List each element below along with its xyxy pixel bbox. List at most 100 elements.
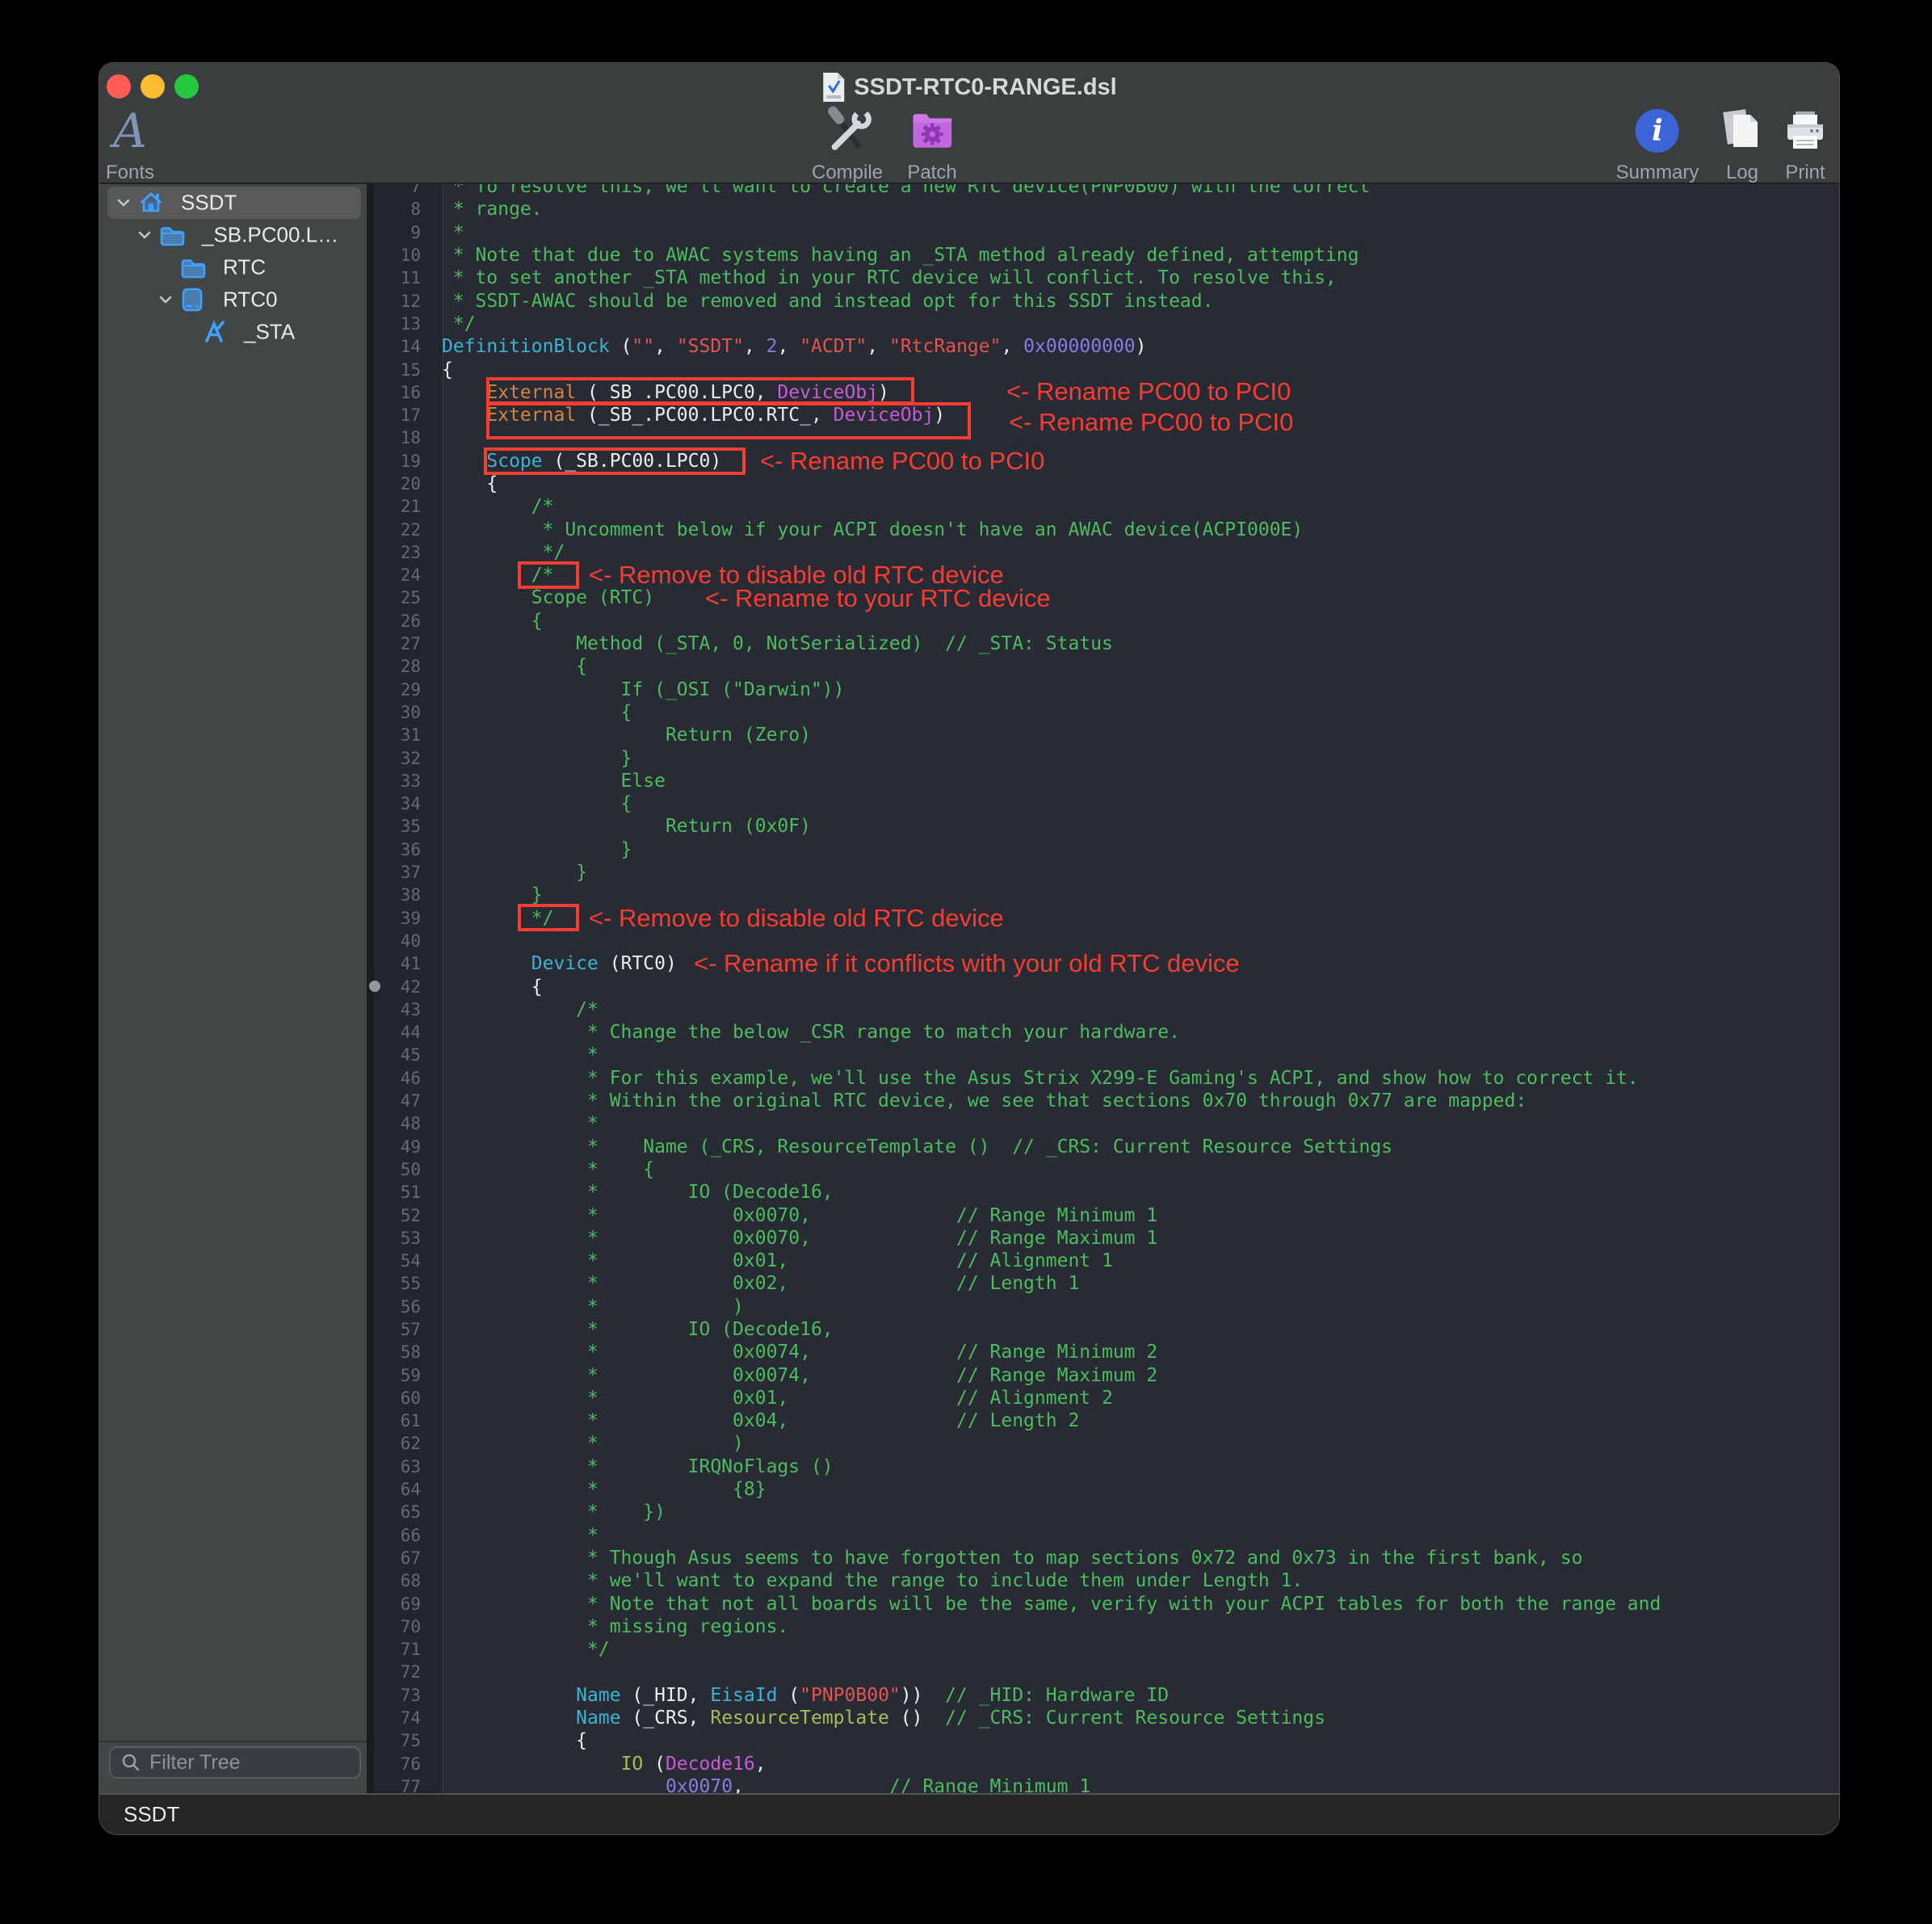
sidebar-item-sta[interactable]: _STA [99, 316, 367, 348]
chevron-down-icon [137, 229, 152, 241]
sidebar-item-label: SSDT [181, 191, 237, 216]
folder-icon [180, 256, 206, 279]
code-line: 48 * [374, 1112, 1839, 1135]
summary-label: Summary [1616, 162, 1699, 184]
code-line: 53 * 0x0070, // Range Maximum 1 [374, 1227, 1839, 1250]
filter-tree-input[interactable]: Filter Tree [109, 1746, 361, 1779]
sidebar-item-rtc[interactable]: RTC [99, 251, 367, 284]
code-line: 13 */ [374, 313, 1839, 335]
status-bar: SSDT [99, 1793, 1839, 1834]
code-line: 31 Return (Zero) [374, 724, 1839, 746]
code-line: 57 * IO (Decode16, [374, 1318, 1839, 1341]
code-line: 25 Scope (RTC) [374, 586, 1839, 609]
code-line: 43 /* [374, 998, 1839, 1021]
code-line: 47 * Within the original RTC device, we … [374, 1090, 1839, 1112]
code-line: 74 Name (_CRS, ResourceTemplate () // _C… [374, 1707, 1839, 1729]
print-label: Print [1783, 162, 1828, 184]
code-line: 36 } [374, 838, 1839, 861]
code-line: 77 0x0070, // Range Minimum 1 [374, 1775, 1839, 1793]
code-line: 26 { [374, 610, 1839, 632]
code-line: 64 * {8} [374, 1478, 1839, 1501]
log-label: Log [1720, 162, 1765, 184]
sidebar-item-label: RTC [223, 255, 266, 280]
code-line: 15{ [374, 358, 1839, 380]
code-line: 23 */ [374, 541, 1839, 564]
code-line: 40 [374, 930, 1839, 952]
zoom-button[interactable] [174, 74, 199, 99]
code-line: 44 * Change the below _CSR range to matc… [374, 1021, 1839, 1044]
sidebar-item-rtc0[interactable]: RTC0 [99, 284, 367, 316]
code-line: 27 Method (_STA, 0, NotSerialized) // _S… [374, 632, 1839, 655]
code-line: 16 External (_SB_.PC00.LPC0, DeviceObj) [374, 381, 1839, 404]
code-line: 67 * Though Asus seems to have forgotten… [374, 1547, 1839, 1569]
minimize-button[interactable] [141, 74, 165, 99]
patch-icon [909, 107, 956, 154]
code-line: 32 } [374, 746, 1839, 769]
filter-placeholder: Filter Tree [149, 1751, 241, 1775]
print-button[interactable]: Print [1783, 102, 1828, 184]
code-editor[interactable]: 7 * To resolve this, we'll want to creat… [374, 184, 1839, 1793]
code-line: 9 * [374, 221, 1839, 244]
code-line: 28 { [374, 655, 1839, 678]
code-line: 73 Name (_HID, EisaId ("PNP0B00")) // _H… [374, 1684, 1839, 1707]
split-divider[interactable] [367, 184, 374, 1793]
titlebar-toolbar: SSDT-RTC0-RANGE.dsl A Fonts Compile [99, 63, 1839, 184]
code-line: 50 * { [374, 1158, 1839, 1181]
code-line: 33 Else [374, 770, 1839, 792]
code-line: 21 /* [374, 495, 1839, 518]
close-button[interactable] [107, 74, 131, 99]
code-line: 35 Return (0x0F) [374, 815, 1839, 838]
code-line: 58 * 0x0074, // Range Minimum 2 [374, 1341, 1839, 1363]
method-a-icon [201, 319, 227, 345]
code-line: 62 * ) [374, 1432, 1839, 1455]
patch-label: Patch [907, 162, 956, 184]
sidebar-separator [99, 1741, 367, 1742]
code-line: 39 */ [374, 907, 1839, 930]
app-window: SSDT-RTC0-RANGE.dsl A Fonts Compile [99, 62, 1840, 1835]
code-lines: 7 * To resolve this, we'll want to creat… [374, 184, 1839, 1793]
code-line: 59 * 0x0074, // Range Maximum 2 [374, 1363, 1839, 1386]
code-line: 55 * 0x02, // Length 1 [374, 1272, 1839, 1295]
code-line: 54 * 0x01, // Alignment 1 [374, 1250, 1839, 1272]
window-title: SSDT-RTC0-RANGE.dsl [821, 72, 1116, 103]
code-line: 60 * 0x01, // Alignment 2 [374, 1387, 1839, 1409]
chevron-down-icon [158, 294, 173, 305]
code-line: 19 Scope (_SB.PC00.LPC0) [374, 450, 1839, 473]
sidebar-item-label: _SB.PC00.L… [202, 223, 338, 248]
code-line: 70 * missing regions. [374, 1615, 1839, 1638]
window-title-text: SSDT-RTC0-RANGE.dsl [854, 74, 1116, 101]
code-line: 11 * to set another _STA method in your … [374, 267, 1839, 289]
code-line: 34 { [374, 792, 1839, 815]
code-line: 72 [374, 1661, 1839, 1683]
code-line: 66 * [374, 1524, 1839, 1547]
compile-button[interactable]: Compile [812, 102, 883, 184]
chevron-down-icon [116, 197, 131, 208]
device-icon [180, 287, 204, 313]
code-line: 41 Device (RTC0) [374, 952, 1839, 975]
code-line: 52 * 0x0070, // Range Minimum 1 [374, 1204, 1839, 1226]
code-line: 45 * [374, 1044, 1839, 1066]
summary-button[interactable]: i Summary [1616, 102, 1699, 184]
patch-button[interactable]: Patch [907, 102, 956, 184]
sidebar-item-label: RTC0 [223, 288, 277, 313]
code-line: 24 /* [374, 564, 1839, 586]
folder-icon [159, 224, 185, 246]
code-line: 17 External (_SB_.PC00.LPC0.RTC_, Device… [374, 404, 1839, 426]
code-line: 8 * range. [374, 198, 1839, 221]
sidebar-item-sbpc00l[interactable]: _SB.PC00.L… [99, 219, 367, 251]
fonts-button[interactable]: A Fonts [106, 102, 154, 184]
code-line: 65 * }) [374, 1501, 1839, 1523]
code-line: 69 * Note that not all boards will be th… [374, 1592, 1839, 1615]
code-line: 7 * To resolve this, we'll want to creat… [374, 184, 1839, 198]
fonts-icon: A [113, 107, 147, 154]
log-button[interactable]: Log [1720, 102, 1765, 184]
code-line: 18 [374, 426, 1839, 449]
code-line: 22 * Uncomment below if your ACPI doesn'… [374, 518, 1839, 540]
code-line: 10 * Note that due to AWAC systems havin… [374, 244, 1839, 267]
code-line: 46 * For this example, we'll use the Asu… [374, 1067, 1839, 1090]
summary-info-icon: i [1636, 109, 1679, 153]
code-line: 20 { [374, 473, 1839, 495]
code-line: 68 * we'll want to expand the range to i… [374, 1569, 1839, 1592]
code-line: 12 * SSDT-AWAC should be removed and ins… [374, 289, 1839, 312]
sidebar-item-ssdt[interactable]: SSDT [99, 187, 367, 219]
